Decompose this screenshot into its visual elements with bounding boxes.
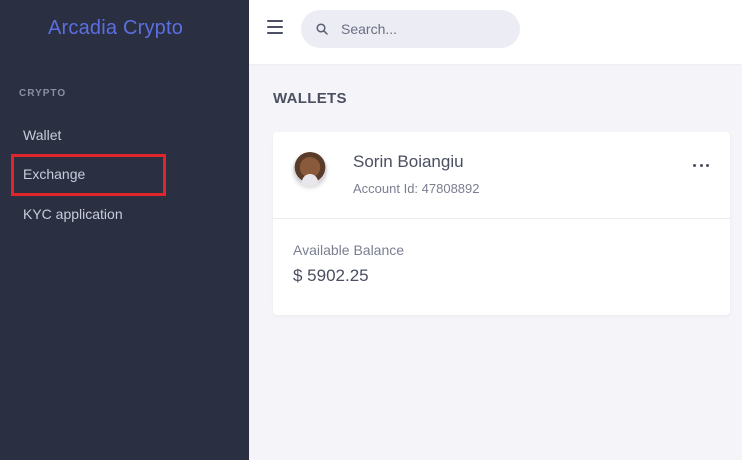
sidebar: Arcadia Crypto CRYPTO Wallet Exchange KY… [0,0,249,460]
search-bar[interactable] [301,10,520,48]
wallet-card: Sorin Boiangiu Account Id: 47808892 Avai… [273,132,730,315]
topbar [249,0,742,64]
search-icon [316,23,328,35]
hamburger-menu-icon[interactable] [267,20,283,34]
balance-value: $ 5902.25 [293,266,369,285]
avatar [293,152,327,186]
more-options-icon[interactable] [693,162,709,168]
account-id: Account Id: 47808892 [353,181,480,196]
sidebar-section-title: CRYPTO [19,88,67,99]
wallet-owner-name: Sorin Boiangiu [353,152,464,171]
app-brand[interactable]: Arcadia Crypto [48,17,183,40]
highlight-box [11,154,166,196]
balance-label: Available Balance [293,242,405,258]
sidebar-item-wallet[interactable]: Wallet [23,127,61,143]
search-input[interactable] [341,10,511,48]
wallet-card-header: Sorin Boiangiu Account Id: 47808892 [273,132,730,219]
sidebar-item-kyc-application[interactable]: KYC application [23,206,123,222]
page-title: WALLETS [273,90,347,107]
